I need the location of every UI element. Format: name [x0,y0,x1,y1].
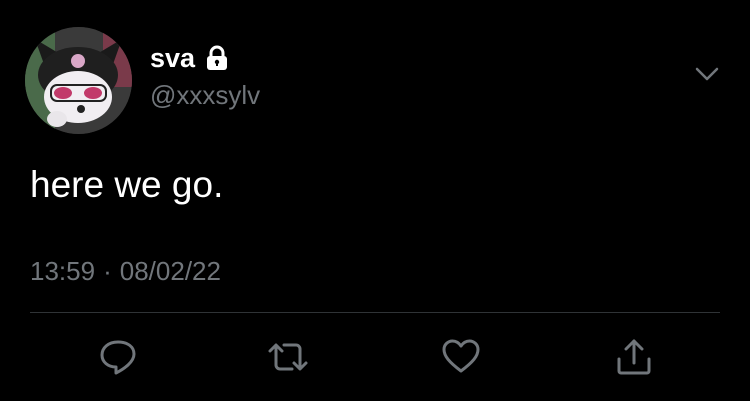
heart-icon [442,339,480,373]
divider [30,312,720,313]
tweet-timestamp: 13:59 · 08/02/22 [30,255,221,287]
author-name-row: sva [150,41,231,75]
share-icon [617,339,651,375]
reply-button[interactable] [96,335,140,379]
like-button[interactable] [439,335,483,379]
timestamp-separator: · [103,256,112,286]
lock-icon [203,44,231,72]
tweet-time: 13:59 [30,256,96,286]
reply-icon [100,340,136,375]
avatar[interactable] [25,27,132,134]
tweet-date: 08/02/22 [119,256,221,286]
share-button[interactable] [612,335,656,379]
user-handle[interactable]: @xxxsylv [150,80,260,110]
chevron-down-icon[interactable] [692,62,722,86]
display-name[interactable]: sva [150,43,195,73]
retweet-icon [268,343,308,371]
avatar-image [25,27,132,134]
retweet-button[interactable] [266,335,310,379]
tweet-text: here we go. [30,164,224,205]
